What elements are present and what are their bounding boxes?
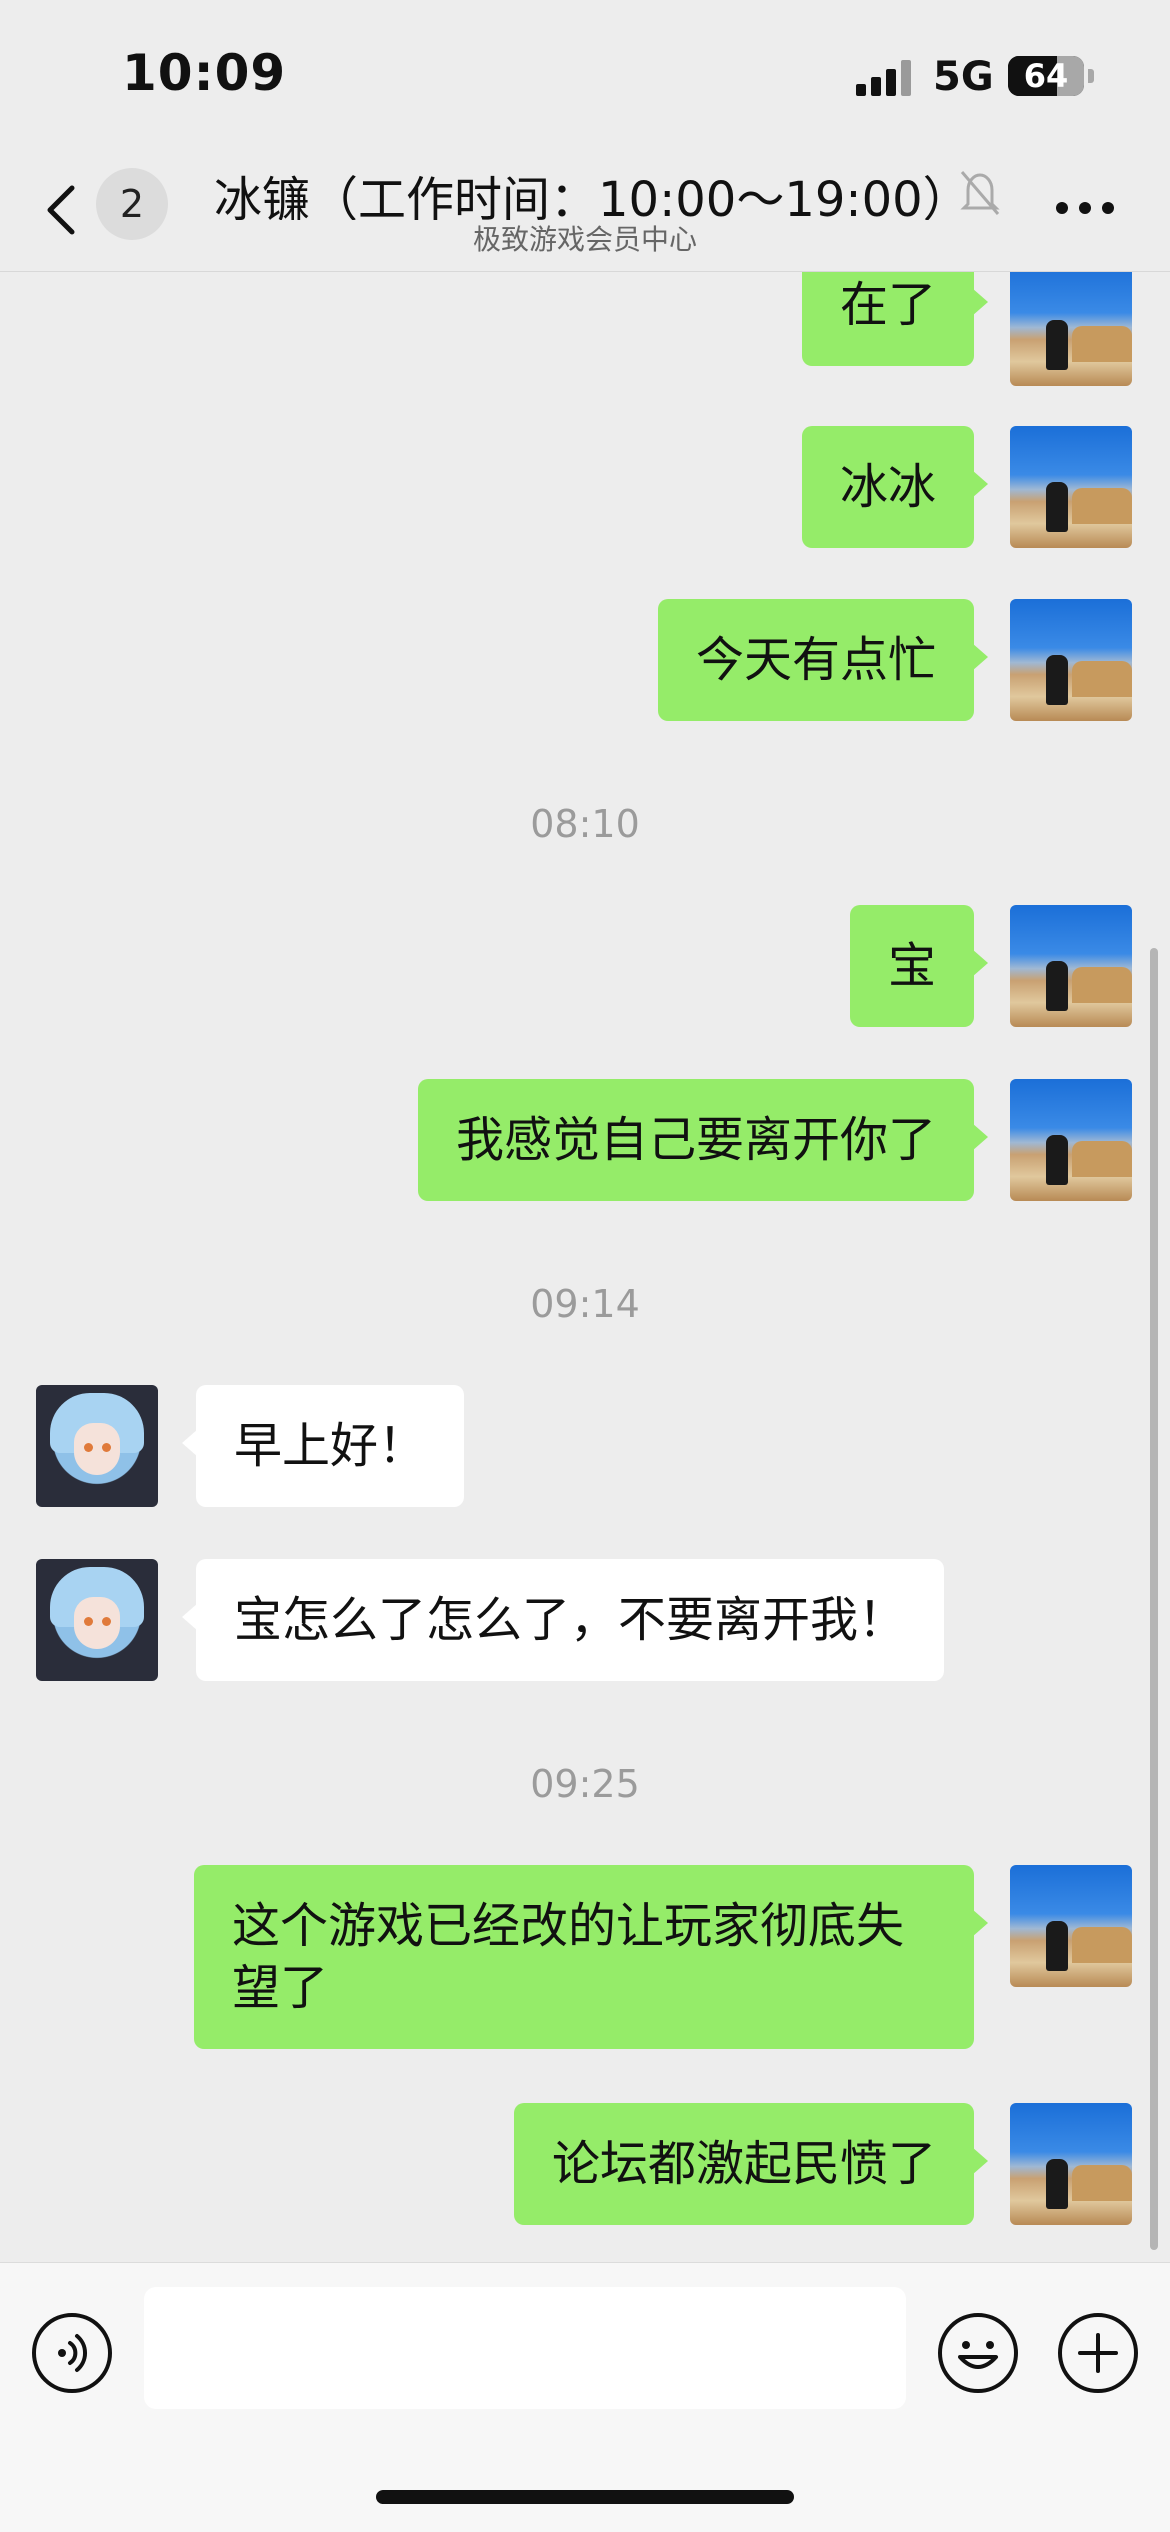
- network-type: 5G: [933, 54, 994, 100]
- message-bubble-incoming[interactable]: 早上好！: [181, 1385, 465, 1507]
- my-avatar[interactable]: [1010, 1865, 1132, 1987]
- plus-icon[interactable]: [1056, 2311, 1140, 2395]
- my-avatar[interactable]: [1010, 2103, 1132, 2225]
- message-bubble-outgoing[interactable]: 我感觉自己要离开你了: [417, 1079, 989, 1201]
- message-bubble-outgoing[interactable]: 宝: [849, 905, 989, 1027]
- chat-subtitle: 极致游戏会员中心: [472, 223, 697, 256]
- message-bubble-outgoing[interactable]: 在了: [801, 272, 989, 366]
- chat-title[interactable]: 冰镰（工作时间：10:00～19:00）: [214, 160, 954, 220]
- battery-icon: 64: [1008, 56, 1084, 96]
- battery-level: 64: [1023, 57, 1069, 95]
- message-bubble-outgoing[interactable]: 这个游戏已经改的让玩家彻底失望了: [194, 1865, 988, 2049]
- emoji-icon[interactable]: [936, 2311, 1020, 2395]
- my-avatar[interactable]: [1010, 1079, 1132, 1201]
- my-avatar[interactable]: [1010, 272, 1132, 386]
- my-avatar[interactable]: [1010, 905, 1132, 1027]
- message-input[interactable]: [144, 2287, 906, 2409]
- message-bubble-outgoing[interactable]: 今天有点忙: [657, 599, 989, 721]
- message-timestamp: 09:25: [530, 1762, 640, 1806]
- message-list[interactable]: 在了 冰冰 今天有点忙 08:10 宝 我感觉自己要离开你了 09:14 早上好…: [0, 272, 1170, 2262]
- scrollbar[interactable]: [1150, 948, 1158, 2250]
- message-timestamp: 09:14: [530, 1282, 640, 1326]
- message-timestamp: 08:10: [530, 802, 640, 846]
- cellular-signal-icon: [856, 60, 912, 96]
- contact-avatar[interactable]: [36, 1385, 158, 1507]
- my-avatar[interactable]: [1010, 426, 1132, 548]
- message-bubble-incoming[interactable]: 宝怎么了怎么了，不要离开我！: [181, 1559, 945, 1681]
- my-avatar[interactable]: [1010, 599, 1132, 721]
- status-bar: 10:09 5G 64: [0, 0, 1170, 150]
- bell-slash-icon: [960, 171, 1000, 215]
- message-bubble-outgoing[interactable]: 论坛都激起民愤了: [513, 2103, 989, 2225]
- home-indicator: [376, 2490, 794, 2504]
- contact-avatar[interactable]: [36, 1559, 158, 1681]
- chat-header: 2 冰镰（工作时间：10:00～19:00） 极致游戏会员中心: [0, 150, 1170, 272]
- battery-nub: [1088, 69, 1094, 83]
- status-time: 10:09: [122, 44, 287, 102]
- more-dots-icon[interactable]: [1056, 202, 1116, 216]
- message-bubble-outgoing[interactable]: 冰冰: [801, 426, 989, 548]
- voice-icon[interactable]: [30, 2311, 114, 2395]
